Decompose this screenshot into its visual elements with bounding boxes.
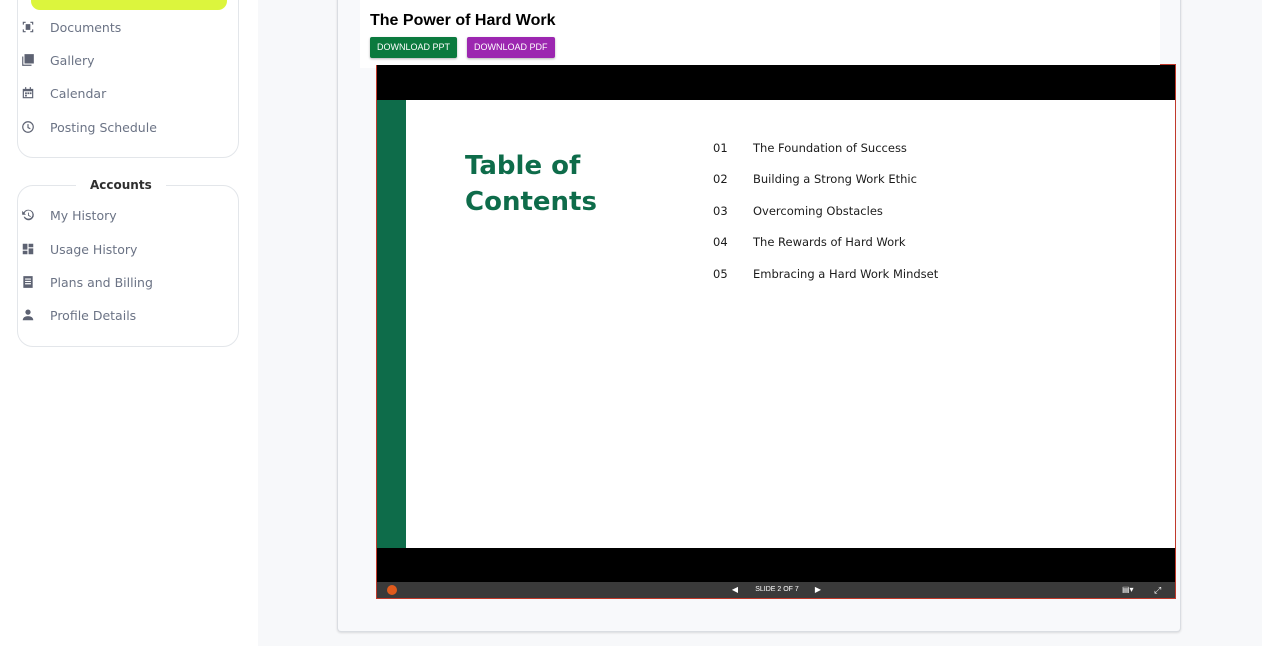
sidebar-item-my-history[interactable]: My History xyxy=(20,205,117,225)
next-slide-icon[interactable]: ▶ xyxy=(813,585,823,595)
sidebar-item-documents[interactable]: Documents xyxy=(20,17,121,37)
sidebar-item-label: Posting Schedule xyxy=(50,119,157,135)
slide-heading-line-2: Contents xyxy=(465,187,597,217)
toc-text: Overcoming Obstacles xyxy=(753,204,883,218)
toc-text: Building a Strong Work Ethic xyxy=(753,172,917,186)
toc-number: 01 xyxy=(713,141,728,155)
sidebar-item-gallery[interactable]: Gallery xyxy=(20,50,95,70)
download-pdf-button[interactable]: DOWNLOAD PDF xyxy=(467,37,555,58)
slide-heading-line-1: Table of xyxy=(465,151,581,181)
calendar-icon xyxy=(20,85,36,101)
toc-number: 02 xyxy=(713,172,728,186)
sidebar-item-calendar[interactable]: Calendar xyxy=(20,83,106,103)
sidebar-item-posting-schedule[interactable]: Posting Schedule xyxy=(20,117,157,137)
fullscreen-icon[interactable]: ⤢ xyxy=(1154,585,1164,595)
slide: Table of Contents 01 The Foundation of S… xyxy=(377,100,1175,548)
sidebar-item-label: Profile Details xyxy=(50,307,137,323)
toc-number: 05 xyxy=(713,267,728,281)
document-title: The Power of Hard Work xyxy=(370,12,556,29)
sidebar-item-label: Usage History xyxy=(50,241,138,257)
sidebar: Documents Gallery Calendar Posting Sched… xyxy=(0,0,258,646)
accounts-heading: Accounts xyxy=(76,178,166,192)
toc-text: Embracing a Hard Work Mindset xyxy=(753,267,939,281)
toc-text: The Rewards of Hard Work xyxy=(753,235,906,249)
slide-viewer[interactable]: Table of Contents 01 The Foundation of S… xyxy=(376,65,1176,599)
office-logo-icon xyxy=(387,585,397,595)
receipt-icon xyxy=(20,274,36,290)
toc-number: 04 xyxy=(713,235,728,249)
toc-number: 03 xyxy=(713,204,728,218)
page-edge xyxy=(1262,0,1267,646)
sidebar-item-profile-details[interactable]: Profile Details xyxy=(20,305,136,325)
sidebar-item-label: Gallery xyxy=(50,52,95,68)
download-ppt-button[interactable]: DOWNLOAD PPT xyxy=(370,37,458,58)
person-icon xyxy=(20,307,36,323)
sidebar-item-label: My History xyxy=(50,207,117,223)
image-icon xyxy=(20,52,36,68)
active-menu-item[interactable] xyxy=(31,0,227,10)
clock-icon xyxy=(20,119,36,135)
viewer-menu-icon[interactable]: ▤▾ xyxy=(1122,585,1138,595)
sidebar-item-label: Plans and Billing xyxy=(50,274,153,290)
sidebar-item-plans-and-billing[interactable]: Plans and Billing xyxy=(20,272,153,292)
slide-accent-bar xyxy=(377,100,406,548)
scan-document-icon xyxy=(20,19,36,35)
viewer-corner xyxy=(1160,64,1176,70)
previous-slide-icon[interactable]: ◀ xyxy=(730,585,740,595)
sidebar-item-label: Documents xyxy=(50,19,122,35)
dashboard-icon xyxy=(20,241,36,257)
slide-heading: Table of Contents xyxy=(465,148,645,220)
history-icon xyxy=(20,207,36,223)
viewer-toolbar: ◀ SLIDE 2 OF 7 ▶ ▤▾ ⤢ xyxy=(377,582,1175,598)
toc-text: The Foundation of Success xyxy=(753,141,907,155)
sidebar-item-label: Calendar xyxy=(50,85,107,101)
sidebar-item-usage-history[interactable]: Usage History xyxy=(20,239,137,259)
slide-counter: SLIDE 2 OF 7 xyxy=(755,586,799,593)
